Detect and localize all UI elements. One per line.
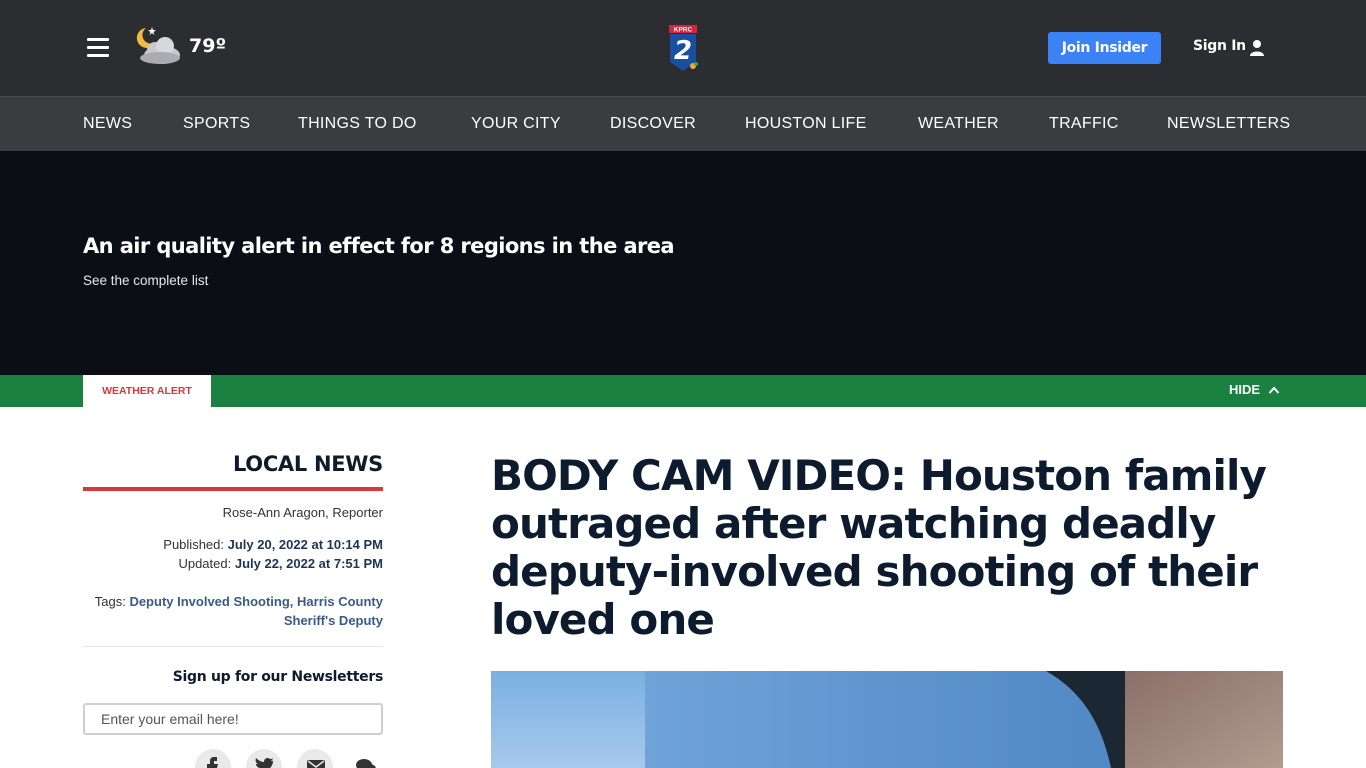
updated-date: Updated: July 22, 2022 at 7:51 PM: [83, 556, 383, 571]
section-divider: [83, 487, 383, 491]
hero-video-thumbnail: [491, 671, 1283, 768]
published-label: Published:: [163, 537, 224, 552]
nav-item-traffic[interactable]: TRAFFIC: [1049, 115, 1119, 133]
updated-value: July 22, 2022 at 7:51 PM: [234, 556, 383, 571]
facebook-share-icon[interactable]: [195, 749, 231, 768]
updated-label: Updated:: [178, 556, 232, 571]
tag-link-deputy-shooting[interactable]: Deputy Involved Shooting: [129, 594, 289, 609]
svg-text:KPRC: KPRC: [674, 27, 693, 34]
weather-alert-panel: An air quality alert in effect for 8 reg…: [0, 151, 1366, 375]
alert-headline[interactable]: An air quality alert in effect for 8 reg…: [83, 234, 675, 258]
article-headline: BODY CAM VIDEO: Houston family outraged …: [491, 451, 1267, 644]
published-date: Published: July 20, 2022 at 10:14 PM: [83, 537, 383, 552]
site-header: 79º KPRC 2 Join Insider Sign In: [0, 0, 1366, 96]
nav-item-newsletters[interactable]: NEWSLETTERS: [1167, 115, 1290, 133]
email-share-icon[interactable]: [297, 749, 333, 768]
nav-item-things-to-do[interactable]: THINGS TO DO: [298, 115, 417, 133]
hide-alert-button[interactable]: HIDE: [1229, 382, 1260, 397]
tags: Tags: Deputy Involved Shooting, Harris C…: [94, 594, 383, 628]
main-nav: NEWS SPORTS THINGS TO DO YOUR CITY DISCO…: [0, 96, 1366, 151]
svg-text:2: 2: [674, 36, 692, 66]
article-hero-image[interactable]: [491, 671, 1283, 768]
comments-icon[interactable]: [346, 749, 382, 768]
nav-item-houston-life[interactable]: HOUSTON LIFE: [745, 115, 867, 133]
kprc-logo[interactable]: KPRC 2: [666, 24, 700, 72]
chevron-up-icon[interactable]: [1268, 385, 1280, 395]
author-byline[interactable]: Rose-Ann Aragon, Reporter: [83, 505, 383, 520]
join-insider-button[interactable]: Join Insider: [1048, 32, 1161, 64]
user-icon[interactable]: [1249, 39, 1265, 57]
night-partly-cloudy-icon[interactable]: [132, 24, 182, 66]
nav-item-news[interactable]: NEWS: [83, 115, 132, 133]
sidebar-divider: [83, 646, 383, 647]
weather-alert-tab[interactable]: WEATHER ALERT: [83, 375, 211, 407]
alert-see-list-link[interactable]: See the complete list: [83, 273, 208, 288]
tag-link-harris-county[interactable]: Harris County Sheriff's Deputy: [284, 594, 383, 628]
twitter-share-icon[interactable]: [246, 749, 282, 768]
sign-in-link[interactable]: Sign In: [1193, 38, 1246, 54]
newsletter-email-input[interactable]: [83, 703, 383, 735]
published-value: July 20, 2022 at 10:14 PM: [227, 537, 383, 552]
nav-item-sports[interactable]: SPORTS: [183, 115, 250, 133]
nav-item-weather[interactable]: WEATHER: [918, 115, 999, 133]
temperature[interactable]: 79º: [189, 35, 226, 57]
nav-item-your-city[interactable]: YOUR CITY: [471, 115, 561, 133]
menu-icon[interactable]: [87, 38, 109, 58]
alert-bar: WEATHER ALERT HIDE: [0, 375, 1366, 407]
section-title[interactable]: LOCAL NEWS: [83, 452, 383, 476]
nav-item-discover[interactable]: DISCOVER: [610, 115, 696, 133]
newsletter-title: Sign up for our Newsletters: [172, 669, 384, 685]
tags-label: Tags:: [94, 594, 126, 609]
